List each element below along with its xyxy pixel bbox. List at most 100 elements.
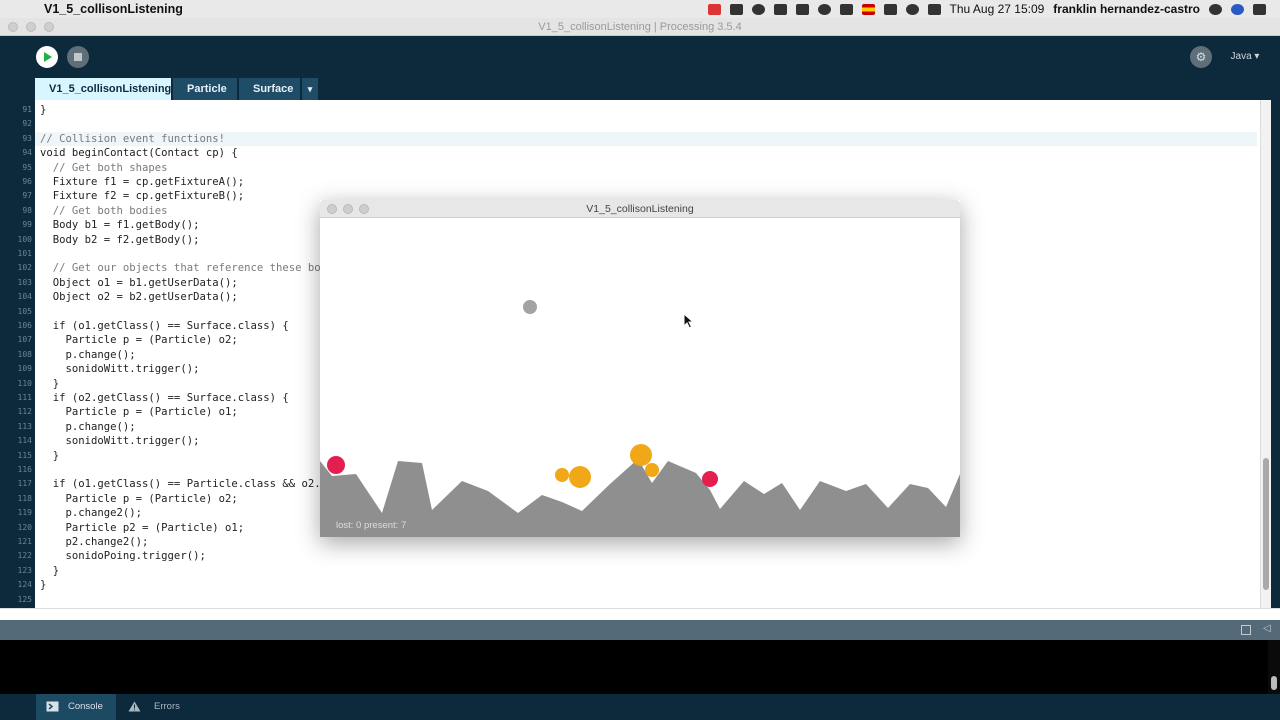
code-line[interactable]: } xyxy=(40,578,46,592)
stop-button[interactable] xyxy=(67,46,89,68)
line-number: 95 xyxy=(22,162,32,172)
notification-center-icon[interactable] xyxy=(1253,3,1266,15)
code-line[interactable]: Particle p = (Particle) o1; xyxy=(40,405,238,419)
tab-errors[interactable]: Errors xyxy=(118,694,198,720)
particle-orange xyxy=(555,468,569,482)
particle-red xyxy=(702,471,718,487)
code-line[interactable]: // Get both bodies xyxy=(40,204,168,218)
line-number: 102 xyxy=(17,263,32,273)
sketch-window[interactable]: V1_5_collisonListening lost: 0 present: … xyxy=(320,200,960,537)
code-line[interactable]: p.change(); xyxy=(40,348,136,362)
code-line[interactable]: } xyxy=(40,564,59,578)
code-line[interactable]: Body b2 = f2.getBody(); xyxy=(40,233,200,247)
code-line[interactable]: Body b1 = f1.getBody(); xyxy=(40,218,200,232)
code-line[interactable]: Object o1 = b1.getUserData(); xyxy=(40,276,238,290)
line-number: 92 xyxy=(22,119,32,129)
code-line[interactable]: Particle p2 = (Particle) o1; xyxy=(40,521,245,535)
menu-clock[interactable]: Thu Aug 27 15:09 xyxy=(950,2,1045,16)
tab-main-sketch[interactable]: V1_5_collisonListening xyxy=(35,78,171,100)
tab-console[interactable]: Console xyxy=(36,694,116,720)
tab-surface[interactable]: Surface xyxy=(239,78,300,100)
line-number: 122 xyxy=(17,551,32,561)
console-tab-label: Console xyxy=(68,701,103,712)
line-number: 106 xyxy=(17,321,32,330)
line-number: 124 xyxy=(17,580,32,590)
code-line[interactable]: } xyxy=(40,449,59,463)
code-line[interactable]: sonidoWitt.trigger(); xyxy=(40,434,200,448)
line-number: 119 xyxy=(17,508,32,518)
scrollbar-thumb[interactable] xyxy=(1263,458,1269,590)
timer-icon[interactable] xyxy=(817,3,831,15)
code-line[interactable]: if (o2.getClass() == Surface.class) { xyxy=(40,391,289,405)
line-number: 107 xyxy=(17,335,32,345)
line-number-gutter: 91 92 93 94 95 96 97 98 99 100 101 102 103 104 105 106 1… xyxy=(0,100,35,608)
volume-icon[interactable] xyxy=(927,3,941,15)
code-line[interactable]: p.change(); xyxy=(40,420,136,434)
line-number: 125 xyxy=(17,594,32,604)
toolbar: ⚙ Java ▾ xyxy=(0,36,1280,78)
app-menu-name[interactable]: V1_5_collisonListening xyxy=(44,2,183,16)
code-line[interactable]: p.change2(); xyxy=(40,506,143,520)
console-scrollbar[interactable] xyxy=(1268,640,1280,694)
sync-icon[interactable] xyxy=(751,3,765,15)
code-line[interactable]: } xyxy=(40,103,46,117)
console-scrollbar-thumb[interactable] xyxy=(1271,676,1277,690)
mode-selector[interactable]: Java ▾ xyxy=(1222,48,1268,66)
creative-cloud-icon[interactable] xyxy=(795,3,809,15)
code-line[interactable]: // Collision event functions! xyxy=(40,132,225,146)
line-number: 91 xyxy=(22,105,32,114)
particle-orange xyxy=(645,463,659,477)
wifi-icon[interactable] xyxy=(905,3,919,15)
editor-scrollbar[interactable] xyxy=(1260,100,1271,608)
code-line[interactable]: // Get both shapes xyxy=(40,161,168,175)
line-number: 118 xyxy=(17,493,32,503)
code-line[interactable]: Fixture f1 = cp.getFixtureA(); xyxy=(40,175,244,189)
line-number: 99 xyxy=(22,220,32,230)
console-footer: Console Errors xyxy=(0,694,1280,720)
cloud-icon[interactable] xyxy=(729,3,743,15)
sketch-canvas[interactable]: lost: 0 present: 7 xyxy=(320,218,960,537)
code-line[interactable]: void beginContact(Contact cp) { xyxy=(40,146,238,160)
editor-right-margin xyxy=(1271,100,1280,608)
bluetooth-app-icon[interactable] xyxy=(773,3,787,15)
line-number: 110 xyxy=(17,378,32,388)
debugger-icon[interactable]: ⚙ xyxy=(1190,46,1212,68)
particle-red xyxy=(327,456,345,474)
sketch-drawing xyxy=(320,300,960,537)
window-title: V1_5_collisonListening | Processing 3.5.… xyxy=(538,21,742,33)
code-line[interactable]: p2.change2(); xyxy=(40,535,149,549)
user-name[interactable]: franklin hernandez-castro xyxy=(1053,2,1200,16)
copy-icon[interactable] xyxy=(1241,625,1251,635)
sketch-title-bar[interactable]: V1_5_collisonListening xyxy=(320,200,960,218)
particle-gray xyxy=(523,300,537,314)
code-line[interactable]: // Get our objects that reference these … xyxy=(40,261,321,275)
code-line[interactable]: if (o1.getClass() == Surface.class) { xyxy=(40,319,289,333)
code-line[interactable]: sonidoWitt.trigger(); xyxy=(40,362,200,376)
run-button[interactable] xyxy=(36,46,58,68)
tab-particle[interactable]: Particle xyxy=(173,78,237,100)
line-number: 103 xyxy=(17,277,32,287)
code-line[interactable]: Fixture f2 = cp.getFixtureB(); xyxy=(40,189,244,203)
bluetooth-icon[interactable] xyxy=(883,3,897,15)
code-line[interactable]: } xyxy=(40,377,59,391)
errors-tab-label: Errors xyxy=(154,701,180,712)
siri-icon[interactable] xyxy=(1231,3,1244,15)
collapse-console-icon[interactable]: ◁ xyxy=(1263,623,1271,634)
line-number: 100 xyxy=(17,234,32,244)
console-output[interactable] xyxy=(0,640,1280,694)
input-language-icon[interactable] xyxy=(861,3,875,15)
screen-record-icon[interactable] xyxy=(707,3,721,15)
code-line[interactable]: sonidoPoing.trigger(); xyxy=(40,549,206,563)
code-line[interactable]: if (o1.getClass() == Particle.class && o… xyxy=(40,477,321,491)
code-line[interactable]: Object o2 = b2.getUserData(); xyxy=(40,290,238,304)
tabs-menu-arrow-icon[interactable]: ▾ xyxy=(302,78,318,100)
battery-icon[interactable] xyxy=(839,3,853,15)
sketch-tabs: V1_5_collisonListening Particle Surface … xyxy=(0,78,1280,100)
message-bar: ◁ xyxy=(0,620,1280,640)
line-number: 113 xyxy=(17,421,32,431)
spotlight-icon[interactable] xyxy=(1209,3,1222,15)
line-number: 94 xyxy=(22,148,32,158)
code-line[interactable]: Particle p = (Particle) o2; xyxy=(40,333,238,347)
code-line[interactable]: Particle p = (Particle) o2; xyxy=(40,492,238,506)
line-number: 108 xyxy=(17,349,32,359)
